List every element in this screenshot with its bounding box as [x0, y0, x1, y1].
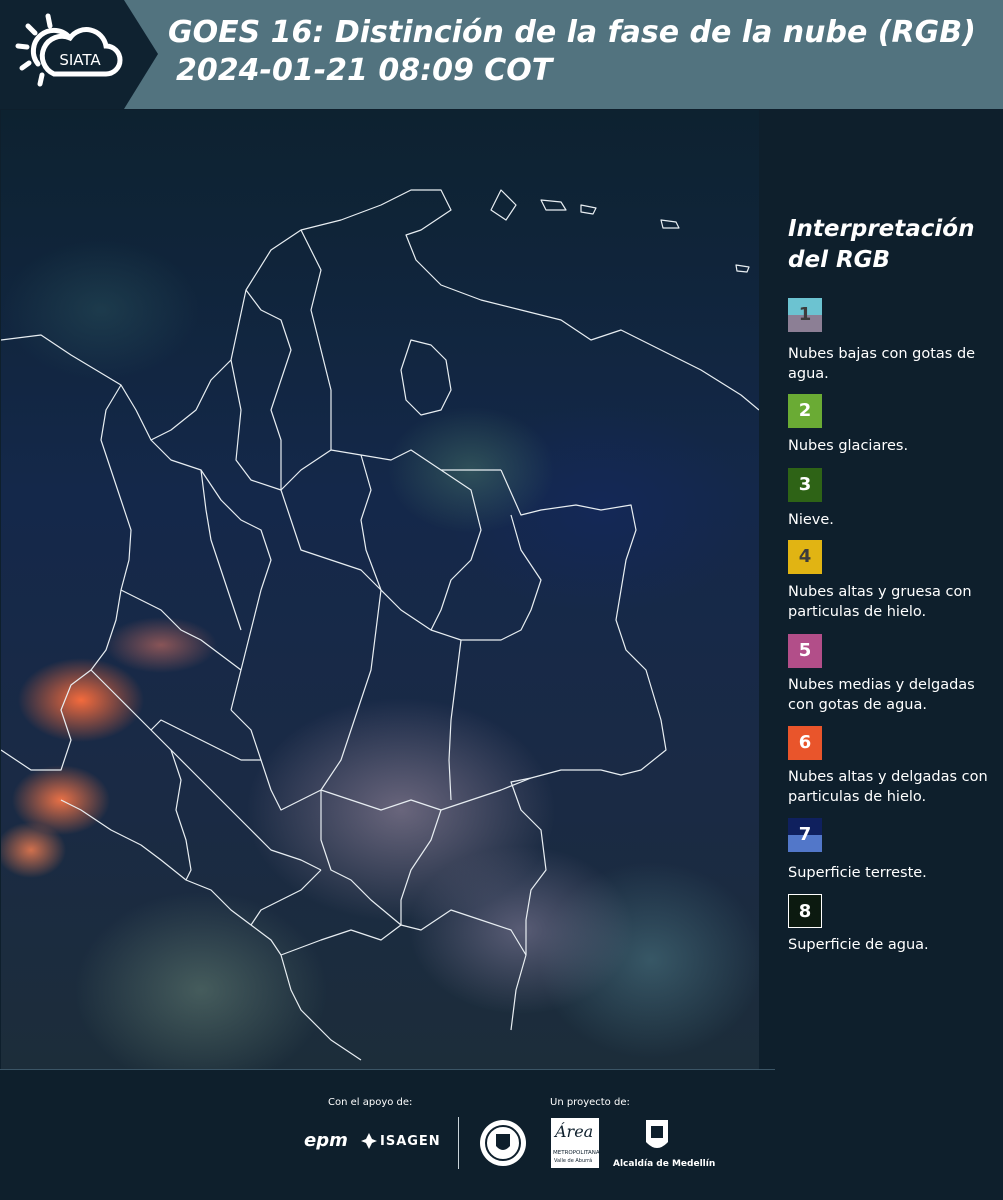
- header-bar: SIATA GOES 16: Distinción de la fase de …: [0, 0, 1003, 109]
- siata-logo-icon: SIATA: [15, 13, 123, 87]
- legend-label: Nubes altas y gruesa con particulas de h…: [788, 584, 972, 620]
- support-caption: Con el apoyo de:: [328, 1097, 413, 1108]
- isagen-icon: [361, 1133, 377, 1149]
- legend-label: Nieve.: [788, 512, 834, 528]
- alcaldia-label: Alcaldía de Medellín: [613, 1159, 716, 1169]
- legend-swatch: 5: [788, 634, 822, 668]
- legend-swatch: 3: [788, 468, 822, 502]
- project-caption: Un proyecto de:: [550, 1097, 630, 1108]
- legend-swatch: 8: [788, 894, 822, 928]
- legend-swatch: 6: [788, 726, 822, 760]
- legend-label: Nubes glaciares.: [788, 438, 909, 454]
- footer-divider: [458, 1117, 459, 1169]
- timestamp: 2024-01-21 08:09 COT: [176, 53, 553, 88]
- legend-label: Superficie terreste.: [788, 865, 927, 881]
- legend-swatch: 4: [788, 540, 822, 574]
- medellin-seal-icon: [480, 1120, 526, 1166]
- legend-label: Nubes medias y delgadas con gotas de agu…: [788, 677, 975, 713]
- legend-label: Nubes altas y delgadas con particulas de…: [788, 769, 988, 805]
- page-title: GOES 16: Distinción de la fase de la nub…: [168, 15, 976, 50]
- area-metropolitana-logo: Área METROPOLITANA Valle de Aburrá: [551, 1118, 600, 1168]
- svg-text:SIATA: SIATA: [59, 51, 101, 69]
- legend-swatch: 2: [788, 394, 822, 428]
- colombia-boundaries: [1, 189, 759, 1061]
- legend-swatch: 1: [788, 298, 822, 332]
- legend-swatch: 7: [788, 818, 822, 852]
- legend-label: Superficie de agua.: [788, 937, 929, 953]
- legend-title: Interpretación del RGB: [788, 216, 975, 273]
- satellite-image: [1, 110, 759, 1069]
- epm-logo: epm: [304, 1130, 348, 1151]
- logo-block: SIATA: [0, 0, 158, 109]
- footer: Con el apoyo de: Un proyecto de: epm ISA…: [0, 1070, 1003, 1200]
- alcaldia-shield-icon: [646, 1120, 668, 1148]
- legend-label: Nubes bajas con gotas de agua.: [788, 346, 976, 382]
- isagen-logo: ISAGEN: [380, 1134, 441, 1149]
